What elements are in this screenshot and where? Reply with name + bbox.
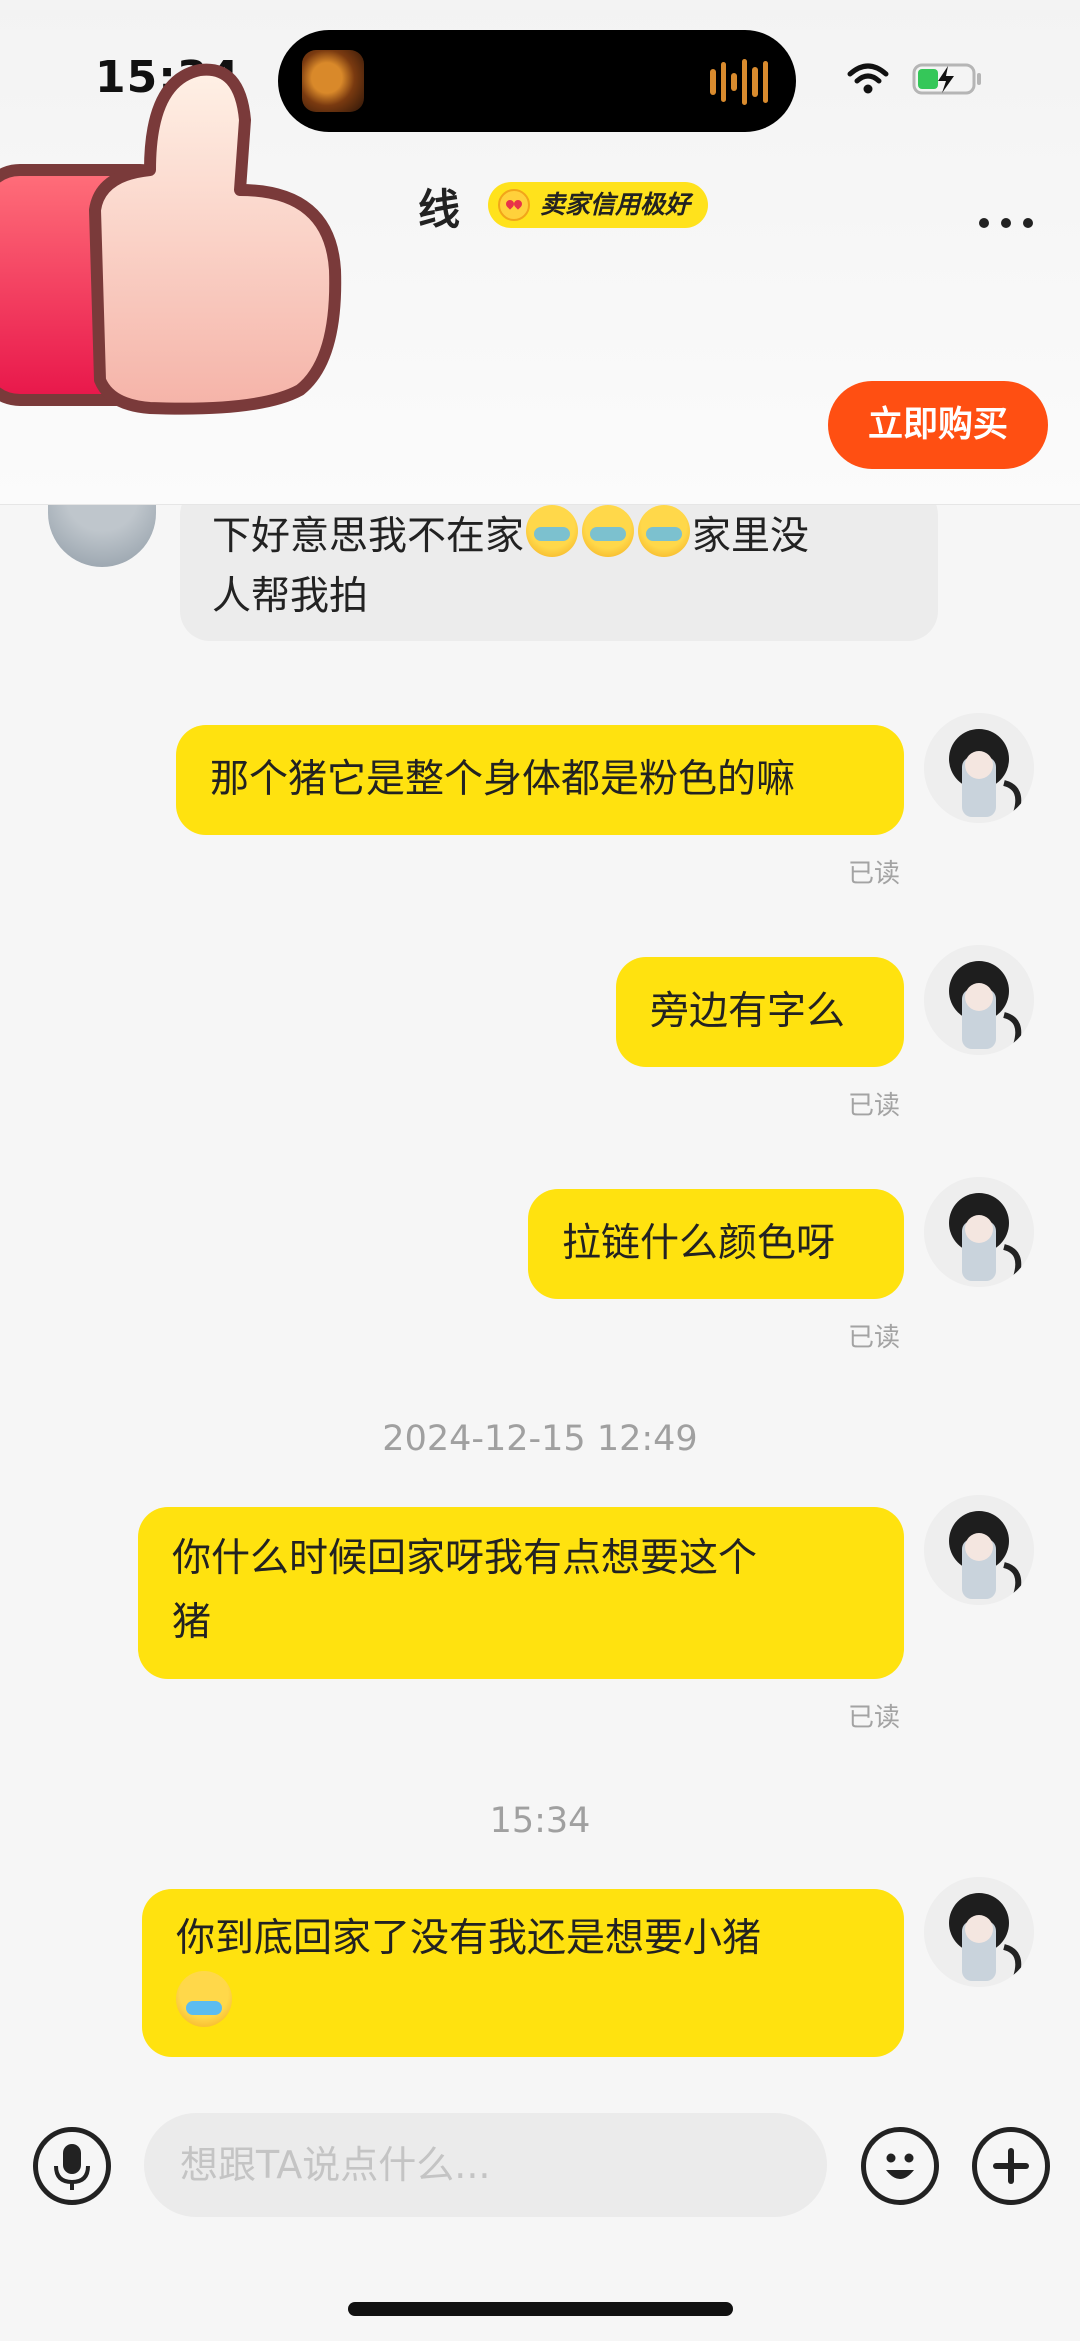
smiley-icon (886, 2153, 914, 2179)
my-avatar[interactable] (924, 713, 1034, 823)
read-receipt: 已读 (847, 1091, 900, 1121)
credit-badge-label: 卖家信用极好 (540, 190, 691, 219)
buy-now-button[interactable]: 立即购买 (828, 381, 1048, 469)
crying-emoji-icon (638, 505, 691, 557)
emoji-button[interactable] (861, 2127, 939, 2205)
chat-timestamp: 15:34 (489, 1801, 591, 1841)
my-avatar[interactable] (924, 1495, 1034, 1605)
more-horizontal-icon[interactable] (976, 210, 1036, 236)
message-text-line: 你到底回家了没有我还是想要小猪 (176, 1916, 762, 1961)
incoming-text-part: 人帮我拍 (212, 574, 369, 619)
plus-icon (993, 2148, 1029, 2184)
message-text-line: 猪 (172, 1600, 212, 1645)
read-receipt: 已读 (847, 1703, 900, 1733)
incoming-text-part: 下好意思我不在家 (212, 514, 525, 559)
outgoing-message[interactable]: 旁边有字么 (616, 957, 904, 1067)
incoming-message[interactable]: 下好意思我不在家 家里没 人帮我拍 (180, 505, 938, 641)
read-receipt: 已读 (847, 1323, 900, 1353)
add-attachment-button[interactable] (972, 2127, 1050, 2205)
battery-charging-icon (912, 63, 981, 95)
message-input[interactable] (144, 2113, 827, 2217)
seller-avatar[interactable] (48, 505, 156, 567)
input-bar (0, 2075, 1080, 2341)
home-indicator[interactable] (348, 2302, 733, 2316)
outgoing-message[interactable]: 你什么时候回家呀我有点想要这个 猪 (138, 1507, 904, 1679)
outgoing-message[interactable]: 拉链什么颜色呀 (528, 1189, 904, 1299)
my-avatar[interactable] (924, 1177, 1034, 1287)
incoming-text-part: 家里没 (692, 514, 810, 559)
read-receipt: 已读 (847, 859, 900, 889)
my-avatar[interactable] (924, 945, 1034, 1055)
crying-emoji-icon (176, 1971, 232, 2027)
my-avatar[interactable] (924, 1877, 1034, 1987)
chat-timestamp: 2024-12-15 12:49 (382, 1419, 698, 1459)
wifi-icon (847, 63, 889, 94)
audio-waveform-icon (710, 58, 768, 106)
outgoing-message[interactable]: 那个猪它是整个身体都是粉色的嘛 (176, 725, 904, 835)
thumbs-up-sticker-icon (0, 63, 342, 415)
credit-badge: 卖家信用极好 (488, 182, 709, 228)
message-list[interactable]: 下好意思我不在家 家里没 人帮我拍 那个猪它是整个身体都是粉色的嘛 已读 旁边有字… (0, 505, 1080, 2075)
chat-screen: 线 卖家信用极好 立即购买 15:34 下好意思我不在家 家里没 人帮我拍 那个… (0, 0, 1080, 2341)
voice-input-button[interactable] (33, 2127, 111, 2205)
microphone-icon (54, 2144, 90, 2190)
crying-emoji-icon (526, 505, 579, 557)
message-text-line: 你什么时候回家呀我有点想要这个 (172, 1536, 758, 1581)
crying-emoji-icon (582, 505, 635, 557)
outgoing-message[interactable]: 你到底回家了没有我还是想要小猪 (142, 1889, 904, 2057)
